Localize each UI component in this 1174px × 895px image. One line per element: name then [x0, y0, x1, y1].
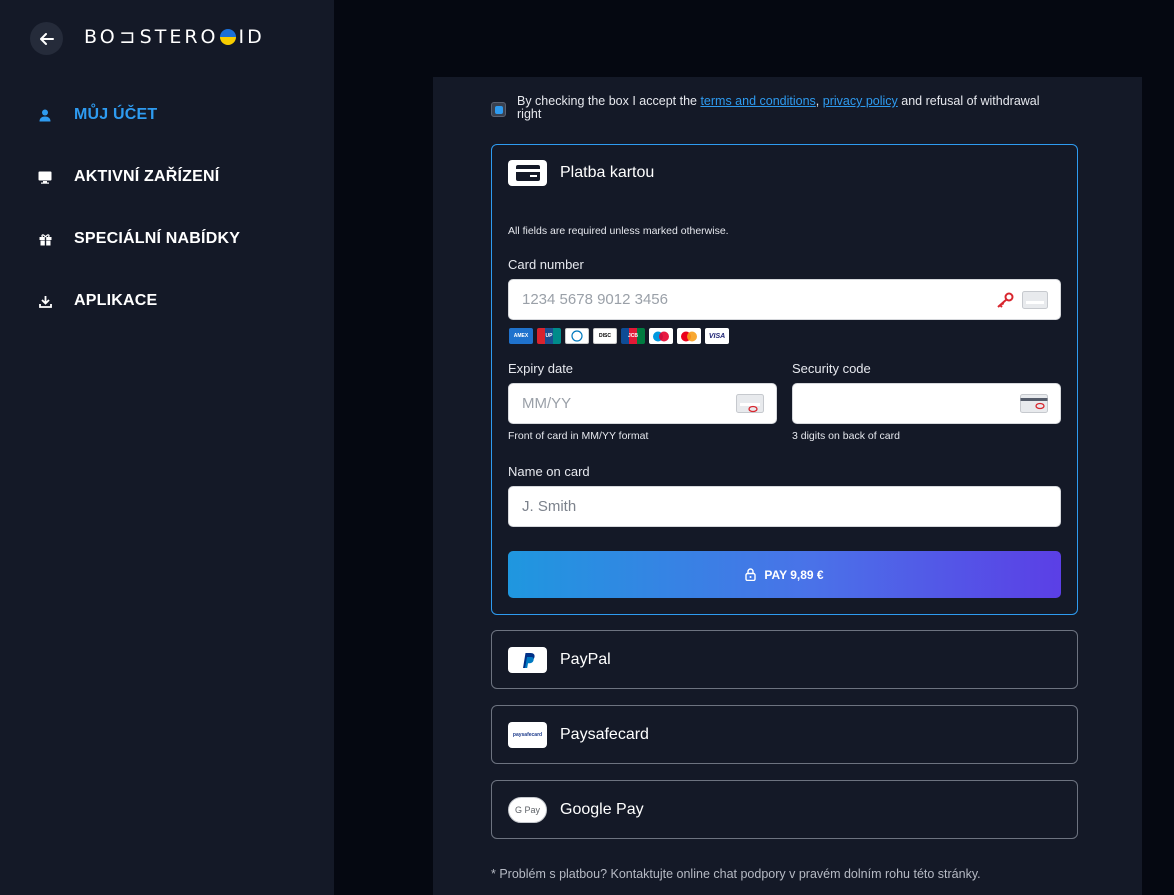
nav-label: SPECIÁLNÍ NABÍDKY — [74, 230, 241, 247]
credit-card-icon — [508, 160, 547, 186]
card-number-input[interactable]: 1234 5678 9012 3456 — [508, 279, 1061, 320]
card-number-label: Card number — [508, 257, 584, 272]
google-pay-logo-text: G Pay — [514, 805, 540, 815]
jcb-icon: JCB — [621, 328, 645, 344]
terms-link[interactable]: terms and conditions — [700, 94, 815, 108]
sidebar: BO ⊐ STERO ID MŮJ ÚČET AKTIVNÍ ZAŘÍZENÍ SPE… — [0, 0, 334, 895]
card-front-icon — [736, 393, 766, 414]
logo-o-icon: ⊐ — [119, 26, 139, 48]
key-icon — [996, 292, 1014, 308]
logo-text-end: ID — [238, 26, 265, 48]
nav-item-applications[interactable]: APLIKACE — [38, 292, 157, 310]
payment-method-paypal[interactable]: PayPal — [491, 630, 1078, 689]
payment-method-paysafecard[interactable]: paysafecard Paysafecard — [491, 705, 1078, 764]
download-icon — [38, 294, 52, 308]
diners-icon — [565, 328, 589, 344]
paypal-label: PayPal — [560, 651, 611, 668]
security-code-input[interactable] — [792, 383, 1061, 424]
google-pay-icon: G Pay — [508, 797, 547, 823]
back-button[interactable] — [30, 22, 63, 55]
arrow-left-icon — [39, 32, 54, 45]
nav-label: APLIKACE — [74, 292, 158, 309]
nav-item-my-account[interactable]: MŮJ ÚČET — [38, 106, 157, 124]
visa-icon: VISA — [705, 328, 729, 344]
payment-method-google-pay[interactable]: G Pay Google Pay — [491, 780, 1078, 839]
paypal-header: PayPal — [508, 647, 611, 673]
payment-help-note: * Problém s platbou? Kontaktujte online … — [491, 867, 981, 881]
pay-button-label: PAY 9,89 € — [764, 567, 824, 582]
google-pay-header: G Pay Google Pay — [508, 797, 644, 823]
name-placeholder: J. Smith — [522, 498, 577, 515]
card-placeholder-icon — [1022, 290, 1048, 309]
nav-label: AKTIVNÍ ZAŘÍZENÍ — [74, 168, 220, 185]
security-hint: 3 digits on back of card — [792, 430, 900, 442]
card-back-icon — [1020, 393, 1050, 414]
security-code-label: Security code — [792, 361, 871, 376]
pay-button[interactable]: PAY 9,89 € — [508, 551, 1061, 598]
name-on-card-input[interactable]: J. Smith — [508, 486, 1061, 527]
ukraine-flag-icon — [220, 29, 237, 45]
gift-icon — [38, 232, 52, 246]
required-fields-note: All fields are required unless marked ot… — [508, 225, 729, 237]
expiry-date-label: Expiry date — [508, 361, 574, 376]
privacy-policy-link[interactable]: privacy policy — [823, 94, 898, 108]
lock-icon — [745, 568, 757, 581]
terms-checkbox[interactable] — [491, 102, 506, 117]
paypal-icon — [508, 647, 547, 673]
consent-comma: , — [815, 94, 820, 108]
terms-consent: By checking the box I accept the terms a… — [491, 95, 1051, 121]
card-number-placeholder: 1234 5678 9012 3456 — [522, 291, 668, 308]
user-icon — [38, 108, 52, 122]
expiry-date-input[interactable]: MM/YY — [508, 383, 777, 424]
paysafecard-label: Paysafecard — [560, 726, 649, 743]
expiry-hint: Front of card in MM/YY format — [508, 430, 649, 442]
logo-text-left: BO — [84, 26, 118, 48]
discover-icon: DISC — [593, 328, 617, 344]
paysafecard-logo-text: paysafecard — [512, 732, 543, 738]
mastercard-icon — [677, 328, 701, 344]
boosteroid-logo[interactable]: BO ⊐ STERO ID — [84, 26, 265, 48]
google-pay-label: Google Pay — [560, 801, 644, 818]
paysafecard-icon: paysafecard — [508, 722, 547, 748]
logo-text-middle: STERO — [139, 26, 219, 48]
unionpay-icon: UP — [537, 328, 561, 344]
card-brands: AMEX UP DISC JCB VISA — [509, 328, 729, 344]
consent-prefix: By checking the box I accept the — [517, 94, 701, 108]
monitor-icon — [38, 170, 52, 184]
paysafecard-header: paysafecard Paysafecard — [508, 722, 649, 748]
maestro-icon — [649, 328, 673, 344]
card-payment-method[interactable]: Platba kartou All fields are required un… — [491, 144, 1078, 615]
card-payment-header[interactable]: Platba kartou — [508, 160, 654, 186]
nav-item-special-offers[interactable]: SPECIÁLNÍ NABÍDKY — [38, 230, 240, 248]
card-payment-title: Platba kartou — [560, 164, 655, 181]
expiry-placeholder: MM/YY — [522, 395, 572, 412]
name-on-card-label: Name on card — [508, 464, 590, 479]
amex-icon: AMEX — [509, 328, 533, 344]
nav-label: MŮJ ÚČET — [74, 106, 158, 123]
nav-item-active-devices[interactable]: AKTIVNÍ ZAŘÍZENÍ — [38, 168, 219, 186]
